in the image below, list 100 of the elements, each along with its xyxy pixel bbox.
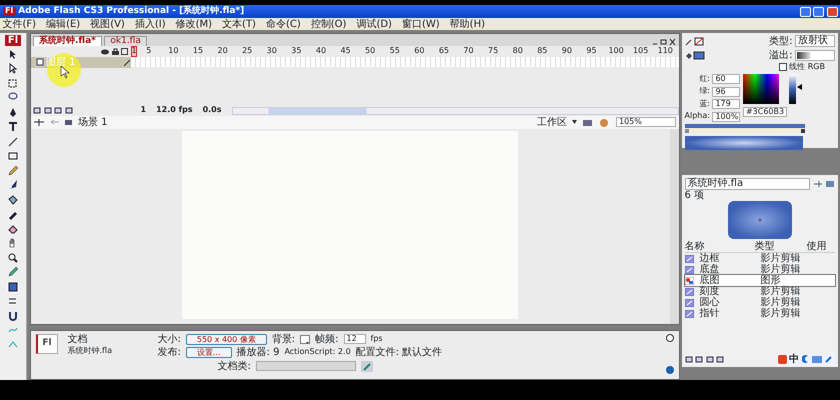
menu-item[interactable]: 调试(D) [356,18,392,30]
brush-icon[interactable] [7,179,19,191]
eraser-icon[interactable] [7,222,19,234]
column-header[interactable]: 使用 [806,241,826,252]
frame-number: 40 [314,47,328,56]
elapsed-time: 0.0s [202,106,222,116]
outline-icon [121,48,128,55]
channel-field[interactable]: 179 [712,99,740,110]
library-dropdown[interactable]: 系统时钟.fla [684,178,810,190]
type-dropdown[interactable]: 放射状 [795,35,835,47]
frame-number: 25 [241,47,254,56]
frame-rate-field[interactable]: 12 [344,334,366,344]
item-type: 影片剪辑 [760,297,800,308]
vertical-scrollbar[interactable] [670,128,678,324]
library-item[interactable]: 底盘 影片剪辑 [684,264,835,275]
bucket-icon[interactable] [7,194,19,206]
stroke-color-icon[interactable] [684,36,704,46]
channel-field[interactable]: 100% [712,112,740,122]
frame-number: 80 [512,47,524,56]
pencil-icon[interactable] [7,266,19,278]
item-name: 底图 [700,275,720,286]
frame-number: 70 [462,47,475,56]
window-title: Adobe Flash CS3 Professional - [系统时钟.fla*] [18,6,246,16]
app-icon: Fl [2,7,16,16]
menu-item[interactable]: 插入(I) [134,18,166,30]
menu-item[interactable]: 控制(O) [310,18,346,30]
menu-item[interactable]: 命令(C) [266,18,301,30]
color-spectrum-icon[interactable] [742,74,779,104]
channel-label: 红: [699,74,710,84]
fill-swatch-icon[interactable] [7,280,19,292]
horizontal-scrollbar[interactable] [232,106,678,115]
frame-number: 30 [266,47,278,56]
menu-item[interactable]: 修改(M) [176,18,212,30]
ime-mode[interactable]: 中 [789,354,799,364]
library-item[interactable]: 边框 影片剪辑 [684,253,835,264]
zoom-field[interactable]: 105% [616,117,676,128]
item-type: 影片剪辑 [760,308,800,319]
channel-field[interactable]: 96 [712,86,740,97]
menu-item[interactable]: 文件(F) [2,18,36,30]
cursor-highlight-icon [46,52,82,88]
library-item[interactable]: 圆心 影片剪辑 [684,297,835,308]
pen-icon[interactable] [7,106,19,118]
menu-item[interactable]: 帮助(H) [450,18,485,30]
channel-field[interactable]: 60 [712,74,740,84]
frame-number: 45 [339,47,352,56]
menu-item[interactable]: 文本(T) [222,18,256,30]
playhead-marker[interactable]: 1 [130,46,136,57]
size-button[interactable]: 550 x 400 像素 [186,334,267,345]
document-tab[interactable]: ok1.fla [104,36,147,46]
column-header[interactable]: 类型 [754,241,806,252]
checkbox[interactable] [778,63,787,72]
brightness-slider[interactable] [789,74,802,104]
help-icon[interactable] [666,334,674,342]
window-controls-icon[interactable] [652,38,676,46]
scene-name: 场景 1 [78,116,108,128]
rectangle-icon[interactable] [7,150,19,162]
fps-unit: fps [370,334,383,344]
overflow-dropdown[interactable] [795,50,835,60]
text-icon[interactable] [7,121,19,133]
document-label: 文档 [68,334,88,345]
pencil-icon[interactable] [7,164,19,176]
library-item[interactable]: 指针 影片剪辑 [684,308,835,319]
color-swatch-icon[interactable] [300,334,310,344]
graphic-symbol-icon [684,276,694,284]
document-tab[interactable]: 系统时钟.fla* [33,36,102,46]
item-name: 刻度 [700,286,720,297]
fill-color-icon[interactable] [684,50,704,60]
menu-item[interactable]: 视图(V) [90,18,125,30]
gradient-bar[interactable] [684,124,804,134]
movie-clip-icon [684,254,694,262]
transform-icon[interactable] [7,78,19,90]
item-name: 边框 [700,253,720,264]
document-class-label: 文档类: [218,360,251,372]
item-type: 影片剪辑 [760,253,800,264]
menu-item[interactable]: 窗口(W) [402,18,440,30]
frame-number: 95 [585,47,598,56]
frame-number: 65 [438,47,450,56]
arrow-icon[interactable] [7,63,19,75]
restore-button[interactable] [813,6,824,16]
menu-item[interactable]: 编辑(E) [46,18,80,30]
movie-clip-icon [684,310,694,318]
magnet-icon[interactable] [7,310,19,322]
line-icon[interactable] [7,136,19,148]
document-icon: Fl [36,334,58,354]
settings-button[interactable]: 设置... [186,347,232,358]
close-button[interactable] [826,6,838,16]
document-class-field[interactable] [256,361,356,372]
caret-icon [572,120,577,124]
collapse-icon[interactable] [666,366,674,374]
library-item[interactable]: 刻度 影片剪辑 [684,286,835,297]
workspace-menu[interactable]: 工作区 [537,116,567,128]
magnifier-icon[interactable] [7,252,19,264]
minimize-button[interactable] [800,6,810,16]
size-label: 大小: [158,334,181,345]
ime-toolbar[interactable]: 中 [775,354,835,364]
item-type: 图形 [760,275,780,286]
library-item[interactable]: 底图 图形 [684,275,835,286]
item-type: 影片剪辑 [760,286,800,297]
column-header[interactable]: 名称 [684,241,754,252]
hex-field[interactable]: #3C60B3 [742,106,787,117]
